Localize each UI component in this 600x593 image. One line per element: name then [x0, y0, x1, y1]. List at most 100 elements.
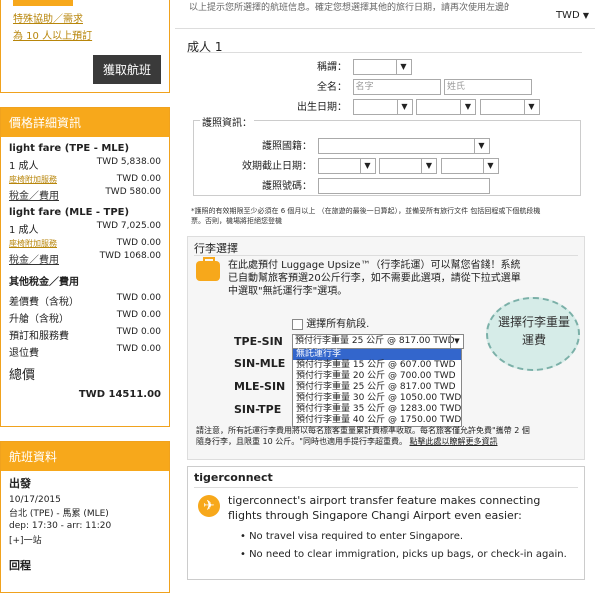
dob-day-select[interactable]: ▼: [352, 99, 413, 115]
learn-more-link[interactable]: 點擊此處以瞭解更多資訊: [410, 437, 498, 446]
tax-link[interactable]: 稅金／費用: [9, 251, 59, 266]
divider: [194, 255, 578, 256]
chevron-down-icon: ▼: [421, 159, 436, 173]
tiger-bullet-text: No need to clear immigration, picks up b…: [249, 549, 567, 560]
fee-label: 退位費: [9, 348, 39, 359]
chevron-down-icon: ▼: [482, 159, 498, 173]
dropdown-option[interactable]: 預付行李重量 25 公斤 @ 817.00 TWD: [293, 382, 461, 393]
tiger-bullet: • No need to clear immigration, picks up…: [240, 549, 567, 560]
salutation-select[interactable]: ▼: [352, 59, 412, 75]
dropdown-option[interactable]: 預付行李重量 15 公斤 @ 607.00 TWD: [293, 360, 461, 371]
flight-info-title: 航班資料: [1, 442, 169, 471]
dropdown-option[interactable]: 預付行李重量 20 公斤 @ 700.00 TWD: [293, 371, 461, 382]
tiger-bullet: • No travel visa required to enter Singa…: [240, 531, 464, 542]
tiger-bullet-text: No travel visa required to enter Singapo…: [249, 531, 464, 542]
annotation-sticker: 選擇行李重量運費: [486, 297, 580, 371]
last-name-input[interactable]: 姓氏: [444, 79, 532, 95]
fullname-label: 全名：: [317, 82, 347, 93]
fee-label: 升艙（含稅）: [9, 314, 69, 325]
pax-price: TWD 5,838.00: [96, 157, 161, 167]
tax-price: TWD 1068.00: [99, 251, 161, 261]
tax-price: TWD 580.00: [105, 187, 161, 197]
route-tpe-sin: TPE-SIN: [234, 335, 283, 348]
selected-option: 預付行李重量 25 公斤 @ 817.00 TWD: [295, 336, 455, 346]
divider: [194, 487, 578, 488]
special-assist-link[interactable]: 特殊協助／需求: [13, 10, 92, 25]
top-info-text: 以上提示您所選擇的航班信息。確定您想選擇其他的旅行日期，請再次使用左邊的航班搜索: [189, 3, 509, 12]
tiger-text: tigerconnect's airport transfer feature …: [228, 494, 541, 522]
search-box-tab: [13, 0, 73, 6]
baggage-select[interactable]: 預付行李重量 25 公斤 @ 817.00 TWD ▼: [292, 334, 464, 349]
fee-price: TWD 0.00: [116, 293, 161, 303]
pax-label: 1 成人: [9, 225, 39, 236]
chevron-down-icon: ▼: [450, 335, 463, 348]
flight-info-panel: 航班資料 出發 10/17/2015 台北 (TPE) - 馬累 (MLE) d…: [0, 441, 170, 593]
main-content: 以上提示您所選擇的航班信息。確定您想選擇其他的旅行日期，請再次使用左邊的航班搜索…: [175, 0, 595, 580]
dropdown-option[interactable]: 預付行李重量 30 公斤 @ 1050.00 TWD: [293, 393, 461, 404]
dropdown-option[interactable]: 預付行李重量 35 公斤 @ 1283.00 TWD: [293, 404, 461, 415]
expiry-label: 效期截止日期：: [242, 161, 312, 172]
leg-title: light fare (MLE - TPE): [9, 207, 130, 218]
pax-label: 1 成人: [9, 161, 39, 172]
addon-link[interactable]: 座椅附加服務: [9, 174, 57, 185]
price-details-panel: 價格詳細資訊 light fare (TPE - MLE) 1 成人 TWD 5,…: [0, 107, 170, 427]
route-sin-tpe: SIN-TPE: [234, 403, 282, 416]
stop-toggle[interactable]: [+]一站: [1, 532, 169, 547]
fee-price: TWD 0.00: [116, 310, 161, 320]
passport-no-label: 護照號碼：: [262, 181, 312, 192]
chevron-down-icon: ▼: [473, 139, 489, 153]
chevron-down-icon: ▼: [460, 100, 475, 114]
currency-select[interactable]: TWD ▼: [556, 10, 589, 21]
top-bar: 以上提示您所選擇的航班信息。確定您想選擇其他的旅行日期，請再次使用左邊的航班搜索…: [175, 0, 595, 29]
dob-month-select[interactable]: ▼: [416, 99, 476, 115]
dob-year-select[interactable]: ▼: [479, 99, 540, 115]
salutation-label: 稱謂：: [317, 62, 347, 73]
depart-title: 出發: [9, 477, 31, 490]
baggage-dropdown-list: 無託運行李 預付行李重量 15 公斤 @ 607.00 TWD 預付行李重量 2…: [292, 348, 462, 427]
select-all-checkbox[interactable]: [292, 318, 303, 330]
addon-price: TWD 0.00: [116, 238, 161, 248]
baggage-note: 請注意，所有託運行李費用將以每名旅客重量累計費標準收取。每名旅客僅允許免費"攜帶…: [196, 425, 536, 447]
chevron-down-icon: ▼: [396, 100, 412, 114]
route-sin-mle: SIN-MLE: [234, 357, 286, 370]
expiry-month-select[interactable]: ▼: [379, 158, 437, 174]
first-name-input[interactable]: 名字: [352, 79, 441, 95]
fee-price: TWD 0.00: [116, 344, 161, 354]
addon-price: TWD 0.00: [116, 174, 161, 184]
tigerconnect-section: tigerconnect ✈ tigerconnect's airport tr…: [187, 466, 585, 580]
route-mle-sin: MLE-SIN: [234, 380, 286, 393]
currency-value: TWD: [555, 10, 580, 21]
nationality-label: 護照國籍：: [262, 141, 312, 152]
tax-link[interactable]: 稅金／費用: [9, 187, 59, 202]
expiry-year-select[interactable]: ▼: [440, 158, 499, 174]
nationality-select[interactable]: ▼: [317, 138, 490, 154]
divider: [187, 52, 582, 53]
other-fees-title: 其他稅金／費用: [9, 277, 79, 288]
total-label: 總價: [9, 368, 36, 383]
dob-label: 出生日期：: [297, 102, 347, 113]
plane-icon: ✈: [198, 495, 220, 517]
group-booking-link[interactable]: 為 10 人以上預訂: [13, 27, 92, 42]
tiger-title: tigerconnect: [194, 471, 273, 484]
chevron-down-icon: ▼: [523, 100, 539, 114]
get-flights-button[interactable]: 獲取航班: [92, 55, 161, 84]
depart-date: 10/17/2015: [9, 495, 61, 505]
expiry-day-select[interactable]: ▼: [317, 158, 376, 174]
addon-link[interactable]: 座椅附加服務: [9, 238, 57, 249]
total-value: TWD 14511.00: [78, 389, 161, 400]
pax-price: TWD 7,025.00: [96, 221, 161, 231]
leg-title: light fare (TPE - MLE): [9, 143, 130, 154]
depart-time: dep: 17:30 - arr: 11:20: [9, 521, 112, 531]
fee-label: 差價費（含稅）: [9, 297, 79, 308]
price-details-title: 價格詳細資訊: [1, 108, 169, 137]
passport-no-input[interactable]: [317, 178, 490, 194]
dropdown-option[interactable]: 無託運行李: [293, 349, 461, 360]
passport-legend: 護照資訊：: [200, 114, 254, 129]
depart-route: 台北 (TPE) - 馬累 (MLE): [9, 509, 109, 519]
sidebar: 特殊協助／需求 為 10 人以上預訂 獲取航班 價格詳細資訊 light far…: [0, 0, 170, 593]
baggage-text: 在此處預付 Luggage Upsize™（行李託運）可以幫您省錢！系統已自動幫…: [228, 260, 521, 297]
fee-price: TWD 0.00: [116, 327, 161, 337]
annotation-text: 選擇行李重量運費: [498, 315, 571, 347]
passport-note: *護照的有效期限至少必須在 6 個月以上 （在旅遊的最後一日算起），並備妥所有旅…: [191, 207, 541, 225]
fee-label: 預訂和服務費: [9, 331, 69, 342]
